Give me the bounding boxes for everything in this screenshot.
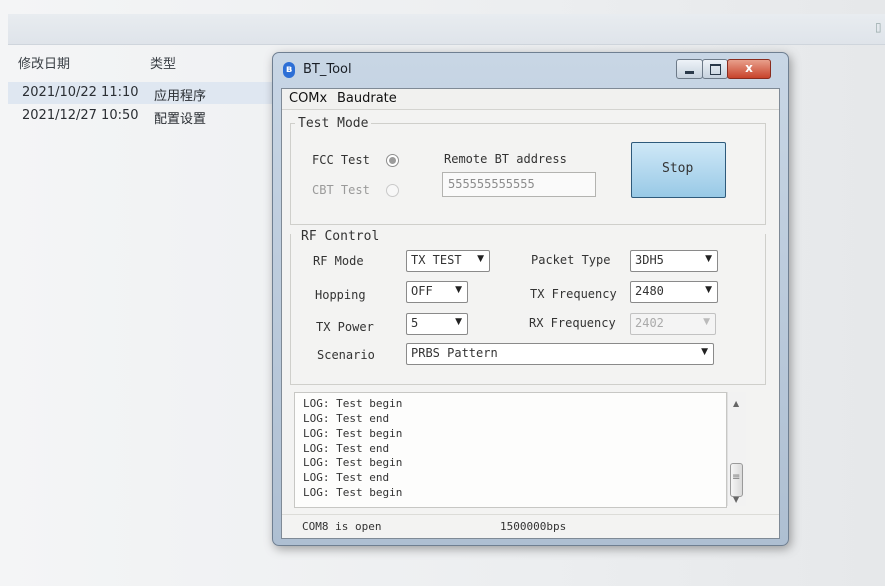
log-line: LOG: Test begin <box>303 427 403 440</box>
rx-frequency-value: 2402 <box>635 316 664 330</box>
explorer-column-header: 修改日期 类型 <box>8 44 288 83</box>
tx-power-dropdown[interactable]: 5 ▼ <box>406 313 468 335</box>
scroll-up-icon[interactable]: ▲ <box>733 399 739 408</box>
packet-type-dropdown[interactable]: 3DH5 ▼ <box>630 250 718 272</box>
log-output[interactable]: LOG: Test begin LOG: Test end LOG: Test … <box>294 392 727 508</box>
packet-type-label: Packet Type <box>531 253 611 267</box>
rx-frequency-dropdown[interactable]: 2402 ▼ <box>630 313 716 335</box>
chevron-down-icon: ▼ <box>455 285 462 295</box>
maximize-button[interactable] <box>702 59 728 79</box>
remote-bt-address-input[interactable]: 555555555555 <box>442 172 596 197</box>
test-mode-label: Test Mode <box>295 116 372 131</box>
log-scrollbar[interactable]: ▲ ▼ <box>727 392 746 506</box>
explorer-row[interactable]: 2021/10/22 11:10 应用程序 <box>8 82 288 104</box>
tx-power-value: 5 <box>411 316 419 330</box>
chevron-down-icon: ▼ <box>477 254 484 264</box>
baudrate-status: 1500000bps <box>500 520 567 533</box>
close-button[interactable]: x <box>727 59 771 79</box>
chevron-down-icon: ▼ <box>705 254 712 264</box>
row-type: 配置设置 <box>154 112 207 127</box>
remote-bt-address-label: Remote BT address <box>444 152 567 166</box>
chevron-down-icon: ▼ <box>455 317 462 327</box>
scroll-down-icon[interactable]: ▼ <box>733 495 739 504</box>
scrollbar-thumb[interactable] <box>730 463 743 497</box>
menu-comx[interactable]: COMx <box>289 91 327 106</box>
rf-mode-value: TX TEST <box>411 253 462 267</box>
remote-bt-address-value: 555555555555 <box>448 177 535 191</box>
rf-control-label: RF Control <box>301 229 380 244</box>
chevron-down-icon: ▼ <box>705 285 712 295</box>
scenario-label: Scenario <box>317 348 375 362</box>
explorer-edge-icon: ▯ <box>875 20 882 34</box>
explorer-row[interactable]: 2021/12/27 10:50 配置设置 <box>8 105 288 127</box>
menu-baudrate[interactable]: Baudrate <box>337 91 397 106</box>
scenario-value: PRBS Pattern <box>411 346 498 360</box>
row-date: 2021/12/27 10:50 <box>22 108 139 123</box>
rx-frequency-label: RX Frequency <box>529 316 616 330</box>
tx-frequency-dropdown[interactable]: 2480 ▼ <box>630 281 718 303</box>
stop-button[interactable]: Stop <box>631 142 726 198</box>
status-bar: COM8 is open 1500000bps <box>282 514 779 539</box>
tx-power-label: TX Power <box>316 320 374 334</box>
stop-button-label: Stop <box>662 161 694 176</box>
column-modified-date[interactable]: 修改日期 <box>18 53 70 72</box>
explorer-toolbar <box>8 14 885 45</box>
scenario-dropdown[interactable]: PRBS Pattern ▼ <box>406 343 714 365</box>
hopping-label: Hopping <box>315 288 366 302</box>
window-title: BT_Tool <box>303 62 352 77</box>
log-line: LOG: Test end <box>303 442 390 455</box>
cbt-test-label: CBT Test <box>312 183 370 197</box>
tx-frequency-label: TX Frequency <box>530 287 617 301</box>
log-line: LOG: Test end <box>303 412 390 425</box>
log-line: LOG: Test begin <box>303 397 403 410</box>
tx-frequency-value: 2480 <box>635 284 664 298</box>
fcc-test-label: FCC Test <box>312 153 370 167</box>
log-line: LOG: Test begin <box>303 486 403 499</box>
bt-tool-window: ʙ BT_Tool x COMx Baudrate Test Mode FCC … <box>272 52 789 546</box>
minimize-button[interactable] <box>676 59 703 79</box>
column-type[interactable]: 类型 <box>150 53 176 72</box>
bluetooth-icon: ʙ <box>283 62 295 78</box>
packet-type-value: 3DH5 <box>635 253 664 267</box>
menu-bar: COMx Baudrate <box>282 89 779 110</box>
com-port-status: COM8 is open <box>302 520 382 533</box>
hopping-value: OFF <box>411 284 433 298</box>
chevron-down-icon: ▼ <box>701 347 708 357</box>
log-line: LOG: Test end <box>303 471 390 484</box>
window-client-area: COMx Baudrate Test Mode FCC Test CBT Tes… <box>281 88 780 539</box>
chevron-down-icon: ▼ <box>703 317 710 327</box>
row-type: 应用程序 <box>154 89 207 104</box>
cbt-test-radio[interactable] <box>386 184 399 197</box>
rf-mode-label: RF Mode <box>313 254 364 268</box>
fcc-test-radio[interactable] <box>386 154 399 167</box>
title-bar[interactable]: ʙ BT_Tool x <box>273 53 788 87</box>
hopping-dropdown[interactable]: OFF ▼ <box>406 281 468 303</box>
row-date: 2021/10/22 11:10 <box>22 85 139 100</box>
log-line: LOG: Test begin <box>303 456 403 469</box>
rf-mode-dropdown[interactable]: TX TEST ▼ <box>406 250 490 272</box>
